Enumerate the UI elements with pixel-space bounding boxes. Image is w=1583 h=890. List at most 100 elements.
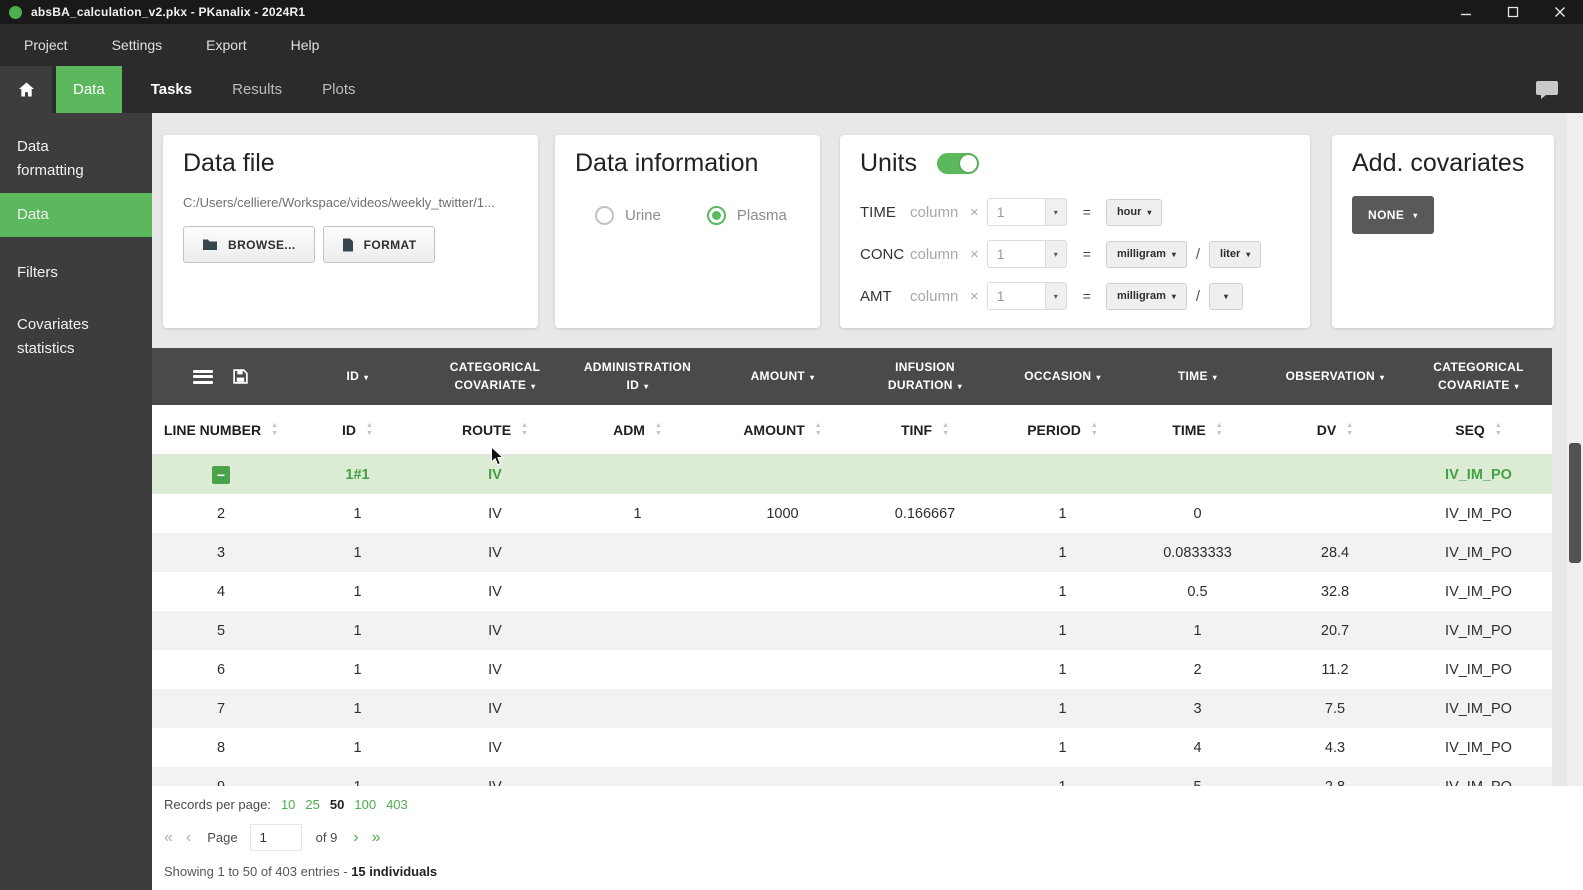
table-row[interactable]: 2 1 IV 1 1000 0.166667 1 0 IV_IM_PO [152, 494, 1552, 533]
table-row[interactable]: 4 1 IV 1 0.5 32.8 IV_IM_PO [152, 572, 1552, 611]
feedback-button[interactable] [1535, 79, 1559, 101]
column-header-seq[interactable]: SEQ ▲ ▼ [1405, 405, 1552, 454]
time-unit-dropdown[interactable]: hour ▾ [1105, 198, 1163, 226]
column-header-route[interactable]: ROUTE ▲ ▼ [425, 405, 565, 454]
mapping-dropdown-infusion-duration[interactable]: INFUSION DURATION ▾ [855, 348, 995, 405]
mapping-dropdown-observation[interactable]: OBSERVATION ▾ [1265, 348, 1405, 405]
maximize-icon [1507, 6, 1518, 18]
page-number-input[interactable] [249, 824, 302, 851]
last-page-button[interactable]: » [372, 829, 381, 847]
data-file-title: Data file [183, 149, 275, 177]
tab-data[interactable]: Data [56, 66, 122, 113]
radio-option-plasma[interactable]: Plasma [706, 206, 787, 225]
table-row[interactable]: 6 1 IV 1 2 11.2 IV_IM_PO [152, 650, 1552, 689]
tab-tasks[interactable]: Tasks [134, 66, 209, 113]
radio-option-urine[interactable]: Urine [595, 206, 661, 225]
column-header-line-number[interactable]: LINE NUMBER ▲ ▼ [152, 405, 290, 454]
mapping-dropdown-occasion[interactable]: OCCASION ▾ [995, 348, 1130, 405]
table-cell: IV [488, 505, 502, 522]
mapping-dropdown-categorical-covariate[interactable]: CATEGORICAL COVARIATE ▾ [425, 348, 565, 405]
maximize-button[interactable] [1489, 0, 1536, 24]
column-header-id[interactable]: ID ▲ ▼ [290, 405, 425, 454]
home-button[interactable] [0, 66, 52, 113]
add-covariates-dropdown[interactable]: NONE ▾ [1352, 196, 1434, 234]
save-icon[interactable] [232, 368, 249, 385]
conc-factor-dropdown[interactable]: ▾ [1044, 240, 1067, 268]
table-row[interactable]: 8 1 IV 1 4 4.3 IV_IM_PO [152, 728, 1552, 767]
conc-factor-input[interactable] [986, 240, 1045, 268]
format-button[interactable]: FORMAT [322, 226, 436, 263]
table-row[interactable]: 7 1 IV 1 3 7.5 IV_IM_PO [152, 689, 1552, 728]
sort-icon: ▲ ▼ [521, 422, 528, 437]
conc-mass-unit-dropdown[interactable]: milligram ▾ [1105, 240, 1187, 268]
mapping-dropdown-id[interactable]: ID ▾ [290, 348, 425, 405]
table-cell: 1 [1058, 544, 1067, 561]
mapping-dropdown-categorical-covariate-2[interactable]: CATEGORICAL COVARIATE ▾ [1405, 348, 1552, 405]
table-cell: 20.7 [1320, 622, 1350, 639]
sidebar-item-data[interactable]: Data [0, 193, 152, 237]
minimize-button[interactable] [1442, 0, 1489, 24]
tab-plots[interactable]: Plots [305, 66, 372, 113]
mapping-dropdown-amount[interactable]: AMOUNT ▾ [710, 348, 855, 405]
sidebar-item-covariates-statistics[interactable]: Covariates statistics [0, 303, 152, 371]
pkanalix-window: absBA_calculation_v2.pkx - PKanalix - 20… [0, 0, 1583, 890]
amt-factor-input[interactable] [986, 282, 1045, 310]
mapping-dropdown-administration-id[interactable]: ADMINISTRATION ID ▾ [565, 348, 710, 405]
menu-help[interactable]: Help [291, 37, 320, 53]
sort-icon: ▲ ▼ [1090, 422, 1098, 437]
chevron-down-icon: ▾ [1212, 372, 1218, 382]
menu-project[interactable]: Project [24, 37, 68, 53]
table-cell: 1 [290, 767, 425, 787]
amt-factor-dropdown[interactable]: ▾ [1044, 282, 1067, 310]
table-cell: 7 [216, 700, 226, 717]
column-header-time[interactable]: TIME ▲ ▼ [1130, 405, 1265, 454]
table-cell: 32.8 [1320, 583, 1350, 600]
chevron-down-icon: ▾ [1224, 291, 1229, 301]
column-header-dv[interactable]: DV ▲ ▼ [1265, 405, 1405, 454]
table-cell: 2 [1193, 661, 1202, 678]
page-size-403[interactable]: 403 [386, 797, 408, 812]
page-size-100[interactable]: 100 [354, 797, 376, 812]
chevron-down-icon: ▾ [810, 372, 815, 382]
conc-volume-unit-dropdown[interactable]: liter ▾ [1209, 240, 1262, 268]
units-toggle[interactable] [936, 153, 979, 174]
sort-icon: ▲ ▼ [942, 422, 950, 437]
close-button[interactable] [1536, 0, 1583, 24]
browse-button[interactable]: BROWSE... [183, 226, 315, 263]
unit-row-time: TIME column × ▾ = hour▾ [860, 198, 1290, 226]
first-page-button[interactable]: « [164, 829, 173, 847]
amt-mass-unit-dropdown[interactable]: milligram ▾ [1105, 282, 1187, 310]
sidebar-item-data-formatting[interactable]: Data formatting [0, 125, 152, 193]
time-factor-dropdown[interactable]: ▾ [1044, 198, 1067, 226]
page-size-50[interactable]: 50 [330, 797, 344, 812]
column-header-tinf[interactable]: TINF ▲ ▼ [855, 405, 995, 454]
plasma-radio-icon [706, 206, 726, 225]
table-cell: IV_IM_PO [1445, 739, 1512, 756]
table-row[interactable]: − 1#1 IV IV_IM_PO [152, 455, 1552, 494]
table-row[interactable]: 91IV152.8IV_IM_PO [152, 767, 1552, 786]
table-menu-icon[interactable] [193, 369, 213, 384]
menu-export[interactable]: Export [206, 37, 246, 53]
amt-denominator-unit-dropdown[interactable]: ▾ [1209, 282, 1244, 310]
column-header-period[interactable]: PERIOD ▲ ▼ [995, 405, 1130, 454]
vertical-scrollbar[interactable] [1567, 113, 1583, 786]
collapse-row-button[interactable]: − [212, 465, 230, 484]
previous-page-button[interactable]: ‹ [186, 829, 191, 847]
page-size-25[interactable]: 25 [305, 797, 319, 812]
tab-results[interactable]: Results [215, 66, 299, 113]
time-factor-input[interactable] [986, 198, 1045, 226]
table-row[interactable]: 3 1 IV 1 0.0833333 28.4 IV_IM_PO [152, 533, 1552, 572]
menu-settings[interactable]: Settings [112, 37, 163, 53]
next-page-button[interactable]: › [353, 829, 358, 847]
column-header-amount[interactable]: AMOUNT ▲ ▼ [710, 405, 855, 454]
table-cell: IV [488, 544, 502, 561]
table-row[interactable]: 5 1 IV 1 1 20.7 IV_IM_PO [152, 611, 1552, 650]
mapping-dropdown-time[interactable]: TIME ▾ [1130, 348, 1265, 405]
sidebar-item-filters[interactable]: Filters [0, 251, 152, 295]
column-header-adm[interactable]: ADM ▲ ▼ [565, 405, 710, 454]
table-cell: 4 [216, 583, 226, 600]
table-cell: 4 [1193, 739, 1202, 756]
page-size-10[interactable]: 10 [281, 797, 295, 812]
scrollbar-thumb[interactable] [1569, 443, 1581, 563]
main-content: Data file C:/Users/celliere/Workspace/vi… [152, 113, 1583, 890]
